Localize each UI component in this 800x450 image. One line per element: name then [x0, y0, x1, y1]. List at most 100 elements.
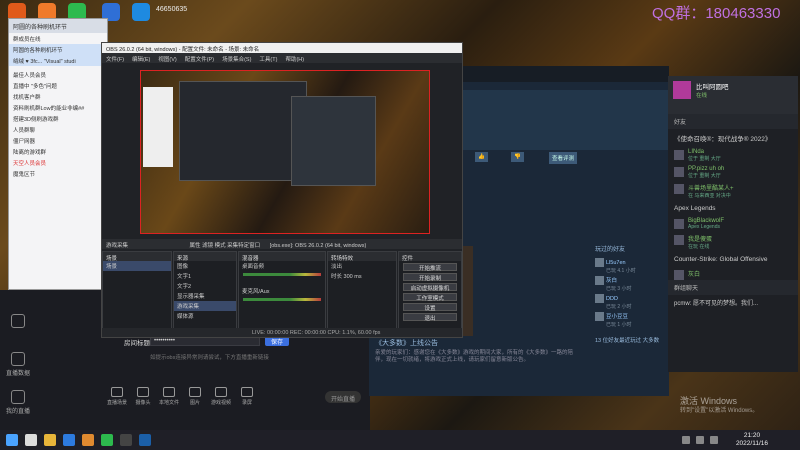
avatar: [674, 150, 684, 160]
tool-button[interactable]: 本地文件: [156, 387, 182, 406]
transitions-dock: 转场特效 淡出 时长 300 ms: [327, 251, 397, 329]
kuaishou-icon[interactable]: [132, 3, 150, 21]
friend-row[interactable]: 我是傻蛋 在玩 在线: [668, 232, 798, 252]
chat-list-item[interactable]: 资料刷机群Low的能业非编##: [9, 102, 107, 113]
obs-menu-item[interactable]: 视图(V): [158, 57, 176, 63]
tool-button[interactable]: 游戏视频: [208, 387, 234, 406]
source-item[interactable]: 文字2: [174, 281, 236, 291]
obs-menu-item[interactable]: 文件(F): [106, 57, 124, 63]
tool-button[interactable]: 图片: [182, 387, 208, 406]
friend-row[interactable]: PP.pizz uh oh 位于 重制 大厅: [668, 164, 798, 181]
tray-icon[interactable]: [696, 436, 704, 444]
transition-mode[interactable]: 淡出: [328, 261, 396, 271]
obs-status-bar: LIVE: 00:00:00 REC: 00:00:00 CPU: 1.1%, …: [102, 328, 462, 337]
transition-duration[interactable]: 300 ms: [344, 274, 362, 280]
control-button[interactable]: 启动虚拟摄像机: [403, 283, 457, 292]
control-button[interactable]: 设置: [403, 303, 457, 312]
chat-list-item[interactable]: 陆离的游戏群: [9, 146, 107, 157]
tray-icon[interactable]: [682, 436, 690, 444]
taskbar-clock[interactable]: 21:20 2022/11/16: [736, 432, 768, 448]
store-icon[interactable]: [63, 434, 75, 446]
friends-header[interactable]: 好友: [668, 114, 798, 129]
thumbs-up-button[interactable]: 👍: [475, 152, 488, 162]
group-chat-window[interactable]: 阿圆的各种刷机环节 群成员在线 阿圆的各种刷机环节 绒绒 ♥ 3fc... "Vi…: [8, 18, 108, 290]
tool-button[interactable]: 直播场景: [104, 387, 130, 406]
source-item[interactable]: 游戏采集: [174, 301, 236, 311]
chat-list-item[interactable]: 搭建3D侧刷游戏群: [9, 113, 107, 124]
control-button[interactable]: 开始录制: [403, 273, 457, 282]
friend-row[interactable]: 灰白: [668, 267, 798, 280]
window-select[interactable]: [obs.exe]: OBS 26.0.2 (64 bit, windows): [270, 243, 367, 249]
friends-played-header: 玩过的好友: [595, 247, 626, 253]
source-item[interactable]: 显示器采集: [174, 291, 236, 301]
profile-name: 比叫阿圆吧: [695, 84, 729, 91]
chat-list-item[interactable]: 僵尸网器: [9, 135, 107, 146]
qq-icon[interactable]: [82, 434, 94, 446]
control-button[interactable]: 工作室模式: [403, 293, 457, 302]
chat-list-item[interactable]: 群成员在线: [9, 33, 107, 44]
obs-menu-item[interactable]: 场景集合(S): [222, 57, 251, 63]
wechat-icon[interactable]: [101, 434, 113, 446]
room-title-label: 房间标题: [124, 340, 150, 347]
obs-icon[interactable]: [120, 434, 132, 446]
mixer-meter[interactable]: [243, 273, 321, 276]
obs-menu-item[interactable]: 工具(T): [259, 57, 277, 63]
steam-friends-panel: 比叫阿圆吧 在线 好友 《使命召唤®：现代战争® 2022》 LINda 位于 重制…: [668, 76, 798, 372]
friend-played-item[interactable]: 灰白 已玩 3 小时: [595, 276, 665, 292]
source-item[interactable]: 媒体源: [174, 311, 236, 321]
friend-row[interactable]: 斗兽场里酷某人+ 在 马来西亚 对决中: [668, 181, 798, 201]
sidebar-item-stats[interactable]: 直播数据: [0, 352, 36, 386]
go-live-button[interactable]: 开始直播: [325, 391, 361, 403]
mixer-meter[interactable]: [243, 298, 321, 301]
chat-list-item[interactable]: 人员群聊: [9, 124, 107, 135]
controls-list: 开始推流 开始录制 启动虚拟摄像机 工作室模式 设置 退出: [399, 263, 461, 322]
sidebar-item-live[interactable]: 我的直播: [0, 390, 36, 424]
scene-item[interactable]: 场景: [103, 261, 171, 271]
preview-nested-steam: [291, 96, 376, 186]
friend-game-title[interactable]: Counter-Strike: Global Offensive: [668, 252, 798, 267]
friend-row[interactable]: BigBlackwolF Apex Legends: [668, 216, 798, 232]
view-reviews-button[interactable]: 查看评测: [549, 152, 578, 164]
group-chat-header[interactable]: 群组聊天: [668, 280, 798, 295]
friend-game-title[interactable]: Apex Legends: [668, 201, 798, 216]
tool-button[interactable]: 摄像头: [130, 387, 156, 406]
source-props[interactable]: 属性 滤镜 模式 采集特定窗口: [190, 243, 261, 249]
obs-preview[interactable]: [140, 70, 430, 234]
thumbs-down-button[interactable]: 👎: [511, 152, 524, 162]
friend-played-item[interactable]: Ll5u7en 已玩 4.1 小时: [595, 258, 665, 274]
control-button[interactable]: 开始推流: [403, 263, 457, 272]
obs-menu-item[interactable]: 帮助(H): [285, 57, 304, 63]
avatar: [674, 270, 684, 280]
tool-button[interactable]: 录屏: [234, 387, 260, 406]
friend-games-list: 《使命召唤®：现代战争® 2022》 LINda 位于 重制 大厅 PP.pizz u…: [668, 129, 798, 280]
friend-game-title[interactable]: 《使命召唤®：现代战争® 2022》: [668, 129, 798, 147]
start-icon[interactable]: [6, 434, 18, 446]
chat-list-item[interactable]: 阿圆的各种刷机环节: [9, 44, 107, 55]
source-item[interactable]: 文字1: [174, 271, 236, 281]
control-button[interactable]: 退出: [403, 313, 457, 322]
chat-list: 群成员在线 阿圆的各种刷机环节 绒绒 ♥ 3fc... "Visual" stud…: [9, 33, 107, 179]
profile-header[interactable]: 比叫阿圆吧 在线: [668, 76, 798, 114]
chat-list-item[interactable]: 找机客户群: [9, 91, 107, 102]
tool-icon: [111, 387, 123, 397]
scenes-header: 场景: [103, 252, 171, 262]
taskbar: 21:20 2022/11/16: [0, 430, 800, 450]
sidebar-item-home[interactable]: [0, 314, 36, 348]
friend-played-item[interactable]: 豆小豆豆 已玩 1 小时: [595, 312, 665, 328]
obs-menu-item[interactable]: 配置文件(P): [185, 57, 214, 63]
chat-message[interactable]: pcmw: 愿不可见的梦想。我们...: [668, 295, 798, 310]
chat-list-item[interactable]: 最佳人员会员: [9, 69, 107, 80]
chat-list-item[interactable]: 直播中 "多色"问题: [9, 80, 107, 91]
steam-icon[interactable]: [139, 434, 151, 446]
chat-list-item[interactable]: 天空人员会员: [9, 157, 107, 168]
search-icon[interactable]: [25, 434, 37, 446]
chat-list-item[interactable]: 魔鬼区节: [9, 168, 107, 179]
chat-list-item[interactable]: 绒绒 ♥ 3fc... "Visual" studi: [9, 55, 107, 66]
obs-menu-item[interactable]: 编辑(E): [132, 57, 150, 63]
file-explorer-icon[interactable]: [44, 434, 56, 446]
announcement-title[interactable]: 《大多数》上线公告: [375, 338, 438, 348]
friend-row[interactable]: LINda 位于 重制 大厅: [668, 147, 798, 164]
source-item[interactable]: 图像: [174, 261, 236, 271]
volume-icon[interactable]: [710, 436, 718, 444]
friend-played-item[interactable]: DDD 已玩 2 小时: [595, 294, 665, 310]
